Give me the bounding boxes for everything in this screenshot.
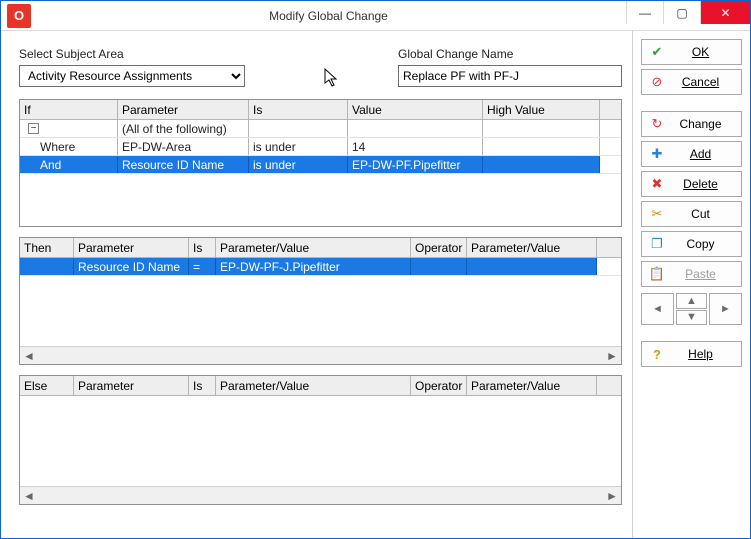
help-icon: ? (648, 347, 666, 362)
else-hdr-paramvalue2: Parameter/Value (467, 376, 597, 395)
nav-up-button[interactable]: ▲ (676, 293, 707, 309)
scroll-right-icon[interactable]: ► (603, 347, 621, 365)
grid-empty-area (20, 396, 621, 486)
then-row[interactable]: Resource ID Name = EP-DW-PF-J.Pipefitter (20, 258, 621, 276)
change-button[interactable]: ↻ Change (641, 111, 742, 137)
nav-left-button[interactable]: ◄ (641, 293, 674, 325)
then-hdr-paramvalue: Parameter/Value (216, 238, 411, 257)
scroll-left-icon[interactable]: ◄ (20, 487, 38, 505)
if-hdr-is: Is (249, 100, 348, 119)
maximize-button[interactable]: ▢ (663, 1, 700, 24)
delete-icon: ✖ (648, 176, 666, 192)
copy-icon: ❐ (648, 236, 666, 252)
scroll-left-icon[interactable]: ◄ (20, 347, 38, 365)
help-button[interactable]: ? Help (641, 341, 742, 367)
sidebar: ✔ OK ⊘ Cancel ↻ Change ✚ Add ✖ Delete ✂ (632, 31, 750, 538)
then-hdr-operator: Operator (411, 238, 467, 257)
subject-area-label: Select Subject Area (19, 47, 259, 61)
if-grid-header: If Parameter Is Value High Value (20, 100, 621, 120)
if-row[interactable]: And Resource ID Name is under EP-DW-PF.P… (20, 156, 621, 174)
change-icon: ↻ (648, 116, 666, 132)
close-button[interactable]: ✕ (700, 1, 750, 24)
if-row[interactable]: Where EP-DW-Area is under 14 (20, 138, 621, 156)
cut-button[interactable]: ✂ Cut (641, 201, 742, 227)
then-hdr-parameter: Parameter (74, 238, 189, 257)
if-hdr-parameter: Parameter (118, 100, 249, 119)
scroll-right-icon[interactable]: ► (603, 487, 621, 505)
delete-button[interactable]: ✖ Delete (641, 171, 742, 197)
if-grid[interactable]: If Parameter Is Value High Value − (All … (19, 99, 622, 227)
scrollbar[interactable]: ◄ ► (20, 346, 621, 364)
ok-button[interactable]: ✔ OK (641, 39, 742, 65)
if-hdr-value: Value (348, 100, 483, 119)
then-grid-header: Then Parameter Is Parameter/Value Operat… (20, 238, 621, 258)
cancel-button[interactable]: ⊘ Cancel (641, 69, 742, 95)
else-grid-header: Else Parameter Is Parameter/Value Operat… (20, 376, 621, 396)
paste-icon: 📋 (648, 266, 666, 282)
add-icon: ✚ (648, 146, 666, 162)
change-name-label: Global Change Name (398, 47, 622, 61)
cancel-icon: ⊘ (648, 74, 666, 90)
else-hdr-else: Else (20, 376, 74, 395)
grid-empty-area (20, 276, 621, 346)
nav-down-button[interactable]: ▼ (676, 310, 707, 326)
add-button[interactable]: ✚ Add (641, 141, 742, 167)
else-hdr-paramvalue: Parameter/Value (216, 376, 411, 395)
minimize-button[interactable]: — (626, 1, 663, 24)
if-hdr-high-value: High Value (483, 100, 600, 119)
app-icon: O (7, 4, 31, 28)
then-hdr-is: Is (189, 238, 216, 257)
else-grid[interactable]: Else Parameter Is Parameter/Value Operat… (19, 375, 622, 505)
cut-icon: ✂ (648, 206, 666, 222)
if-row[interactable]: − (All of the following) (20, 120, 621, 138)
copy-button[interactable]: ❐ Copy (641, 231, 742, 257)
else-hdr-operator: Operator (411, 376, 467, 395)
titlebar: O Modify Global Change — ▢ ✕ (1, 1, 750, 31)
nav-arrows: ◄ ▲ ▼ ► (641, 293, 742, 325)
then-hdr-paramvalue2: Parameter/Value (467, 238, 597, 257)
check-icon: ✔ (648, 44, 666, 60)
nav-right-button[interactable]: ► (709, 293, 742, 325)
if-hdr-if: If (20, 100, 118, 119)
change-name-input[interactable] (398, 65, 622, 87)
then-grid[interactable]: Then Parameter Is Parameter/Value Operat… (19, 237, 622, 365)
scrollbar[interactable]: ◄ ► (20, 486, 621, 504)
then-hdr-then: Then (20, 238, 74, 257)
paste-button[interactable]: 📋 Paste (641, 261, 742, 287)
modify-global-change-window: O Modify Global Change — ▢ ✕ Select Subj… (0, 0, 751, 539)
window-title: Modify Global Change (31, 9, 626, 23)
grid-empty-area (20, 174, 621, 226)
main-panel: Select Subject Area Activity Resource As… (1, 31, 632, 538)
collapse-icon[interactable]: − (28, 123, 39, 134)
else-hdr-is: Is (189, 376, 216, 395)
else-hdr-parameter: Parameter (74, 376, 189, 395)
subject-area-select[interactable]: Activity Resource Assignments (19, 65, 245, 87)
